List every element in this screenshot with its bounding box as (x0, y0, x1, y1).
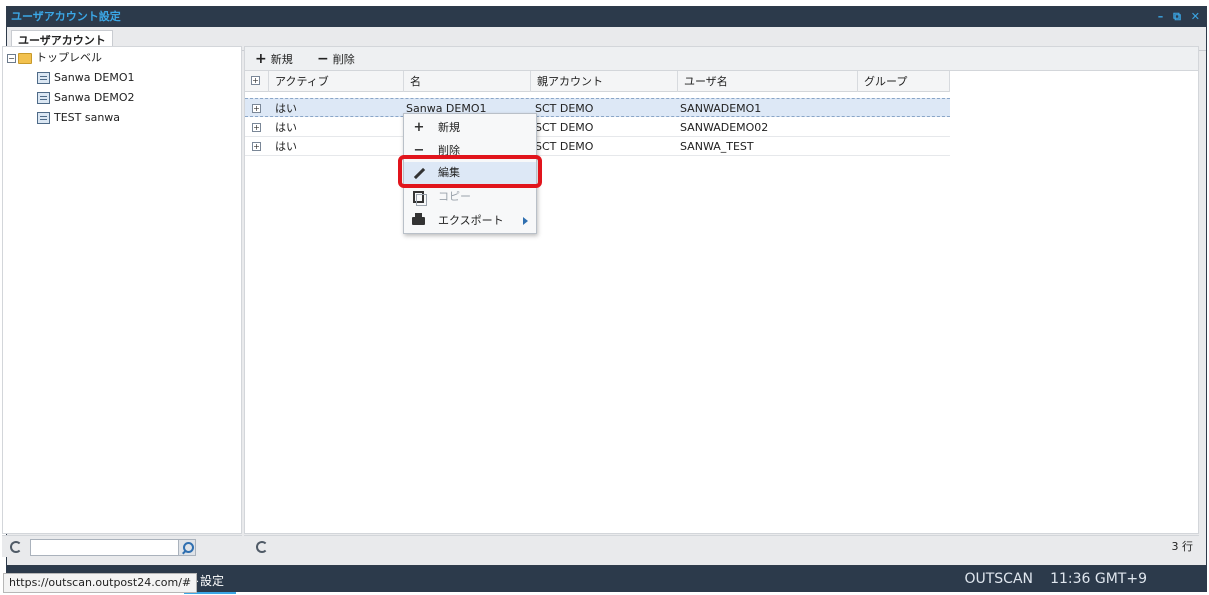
collapse-icon[interactable]: − (7, 53, 16, 63)
grid-toolbar: + 新規 − 削除 (245, 47, 1198, 71)
menu-item-label: 新規 (438, 121, 460, 134)
tree-item[interactable]: Sanwa DEMO2 (37, 89, 135, 107)
column-header-group[interactable]: グループ (858, 71, 950, 92)
clock: 11:36 GMT+9 (1050, 571, 1147, 587)
submenu-arrow-icon (523, 217, 528, 225)
expand-row-icon[interactable]: + (252, 142, 261, 151)
window-controls: – ⧉ ✕ (1152, 7, 1200, 27)
cell-group (854, 118, 860, 137)
expand-all-icon[interactable]: + (251, 76, 260, 85)
cell-parent: SCT DEMO (535, 102, 594, 115)
cell-parent: SCT DEMO (535, 121, 594, 134)
minus-icon: − (317, 51, 329, 67)
window-title: ユーザアカウント設定 (7, 7, 1206, 27)
tree-footer (2, 535, 242, 557)
status-url-tooltip: https://outscan.outpost24.com/# (3, 573, 198, 593)
column-header-parent[interactable]: 親アカウント (531, 71, 678, 92)
table-row[interactable]: + はい Sanwa DEMO1 SCT DEMO SANWADEMO1 (245, 98, 950, 117)
cell-username: SANWADEMO02 (680, 121, 769, 134)
edit-highlight-box (398, 155, 542, 188)
restore-button[interactable]: ⧉ (1173, 10, 1181, 23)
cell-active: はい (275, 140, 297, 153)
minimize-button[interactable]: – (1158, 10, 1164, 23)
column-header-username[interactable]: ユーザ名 (678, 71, 858, 92)
brand-label: OUTSCAN (964, 571, 1033, 587)
tree-item-label: Sanwa DEMO1 (54, 71, 135, 84)
user-icon (37, 92, 50, 104)
tree-root-label: トップレベル (36, 51, 102, 64)
cell-group (854, 99, 860, 118)
expand-row-icon[interactable]: + (252, 104, 261, 113)
column-header-name[interactable]: 名 (404, 71, 531, 92)
cell-username: SANWA_TEST (680, 140, 754, 153)
new-button[interactable]: + 新規 (255, 51, 293, 67)
printer-icon (412, 213, 425, 225)
menu-item-export[interactable]: エクスポート (404, 210, 536, 232)
cell-active: はい (275, 102, 297, 115)
menu-item-new[interactable]: + 新規 (404, 117, 536, 139)
tree-item-label: Sanwa DEMO2 (54, 91, 135, 104)
delete-button[interactable]: − 削除 (317, 51, 355, 67)
expand-row-icon[interactable]: + (252, 123, 261, 132)
plus-icon: + (255, 51, 267, 67)
menu-item-label: コピー (438, 190, 471, 203)
tree-item[interactable]: Sanwa DEMO1 (37, 69, 135, 87)
expand-column-header: + (245, 71, 269, 92)
column-header-active[interactable]: アクティブ (269, 71, 404, 92)
grid-footer: 3 行 (244, 535, 1199, 557)
cell-group (854, 137, 860, 156)
refresh-icon[interactable] (10, 541, 22, 553)
cell-active: はい (275, 121, 297, 134)
user-icon (37, 112, 50, 124)
cell-parent: SCT DEMO (535, 140, 594, 153)
user-icon (37, 72, 50, 84)
close-button[interactable]: ✕ (1191, 10, 1200, 23)
grid-header: + アクティブ 名 親アカウント ユーザ名 グループ (245, 71, 950, 92)
search-icon[interactable] (178, 539, 196, 556)
refresh-icon[interactable] (256, 541, 268, 553)
menu-item-label: エクスポート (438, 214, 504, 227)
account-tree-panel: − トップレベル Sanwa DEMO1 Sanwa DEMO2 TEST san… (2, 46, 242, 534)
tree-item-label: TEST sanwa (54, 111, 121, 124)
delete-label: 削除 (332, 53, 355, 66)
plus-icon: + (413, 120, 425, 135)
row-count: 3 行 (1171, 540, 1194, 553)
copy-icon (413, 191, 427, 206)
search-input[interactable] (30, 539, 180, 556)
tree-item[interactable]: TEST sanwa (37, 109, 120, 127)
tree-root[interactable]: − トップレベル (7, 49, 102, 67)
account-grid-panel: + 新規 − 削除 + アクティブ 名 親アカウント ユーザ名 グループ + はい … (244, 46, 1199, 534)
new-label: 新規 (270, 53, 293, 66)
folder-icon (18, 52, 32, 64)
table-row[interactable]: + はい SCT DEMO SANWA_TEST (245, 137, 950, 156)
cell-username: SANWADEMO1 (680, 102, 762, 115)
table-row[interactable]: + はい SCT DEMO SANWADEMO02 (245, 118, 950, 137)
menu-item-copy[interactable]: コピー (404, 186, 536, 208)
